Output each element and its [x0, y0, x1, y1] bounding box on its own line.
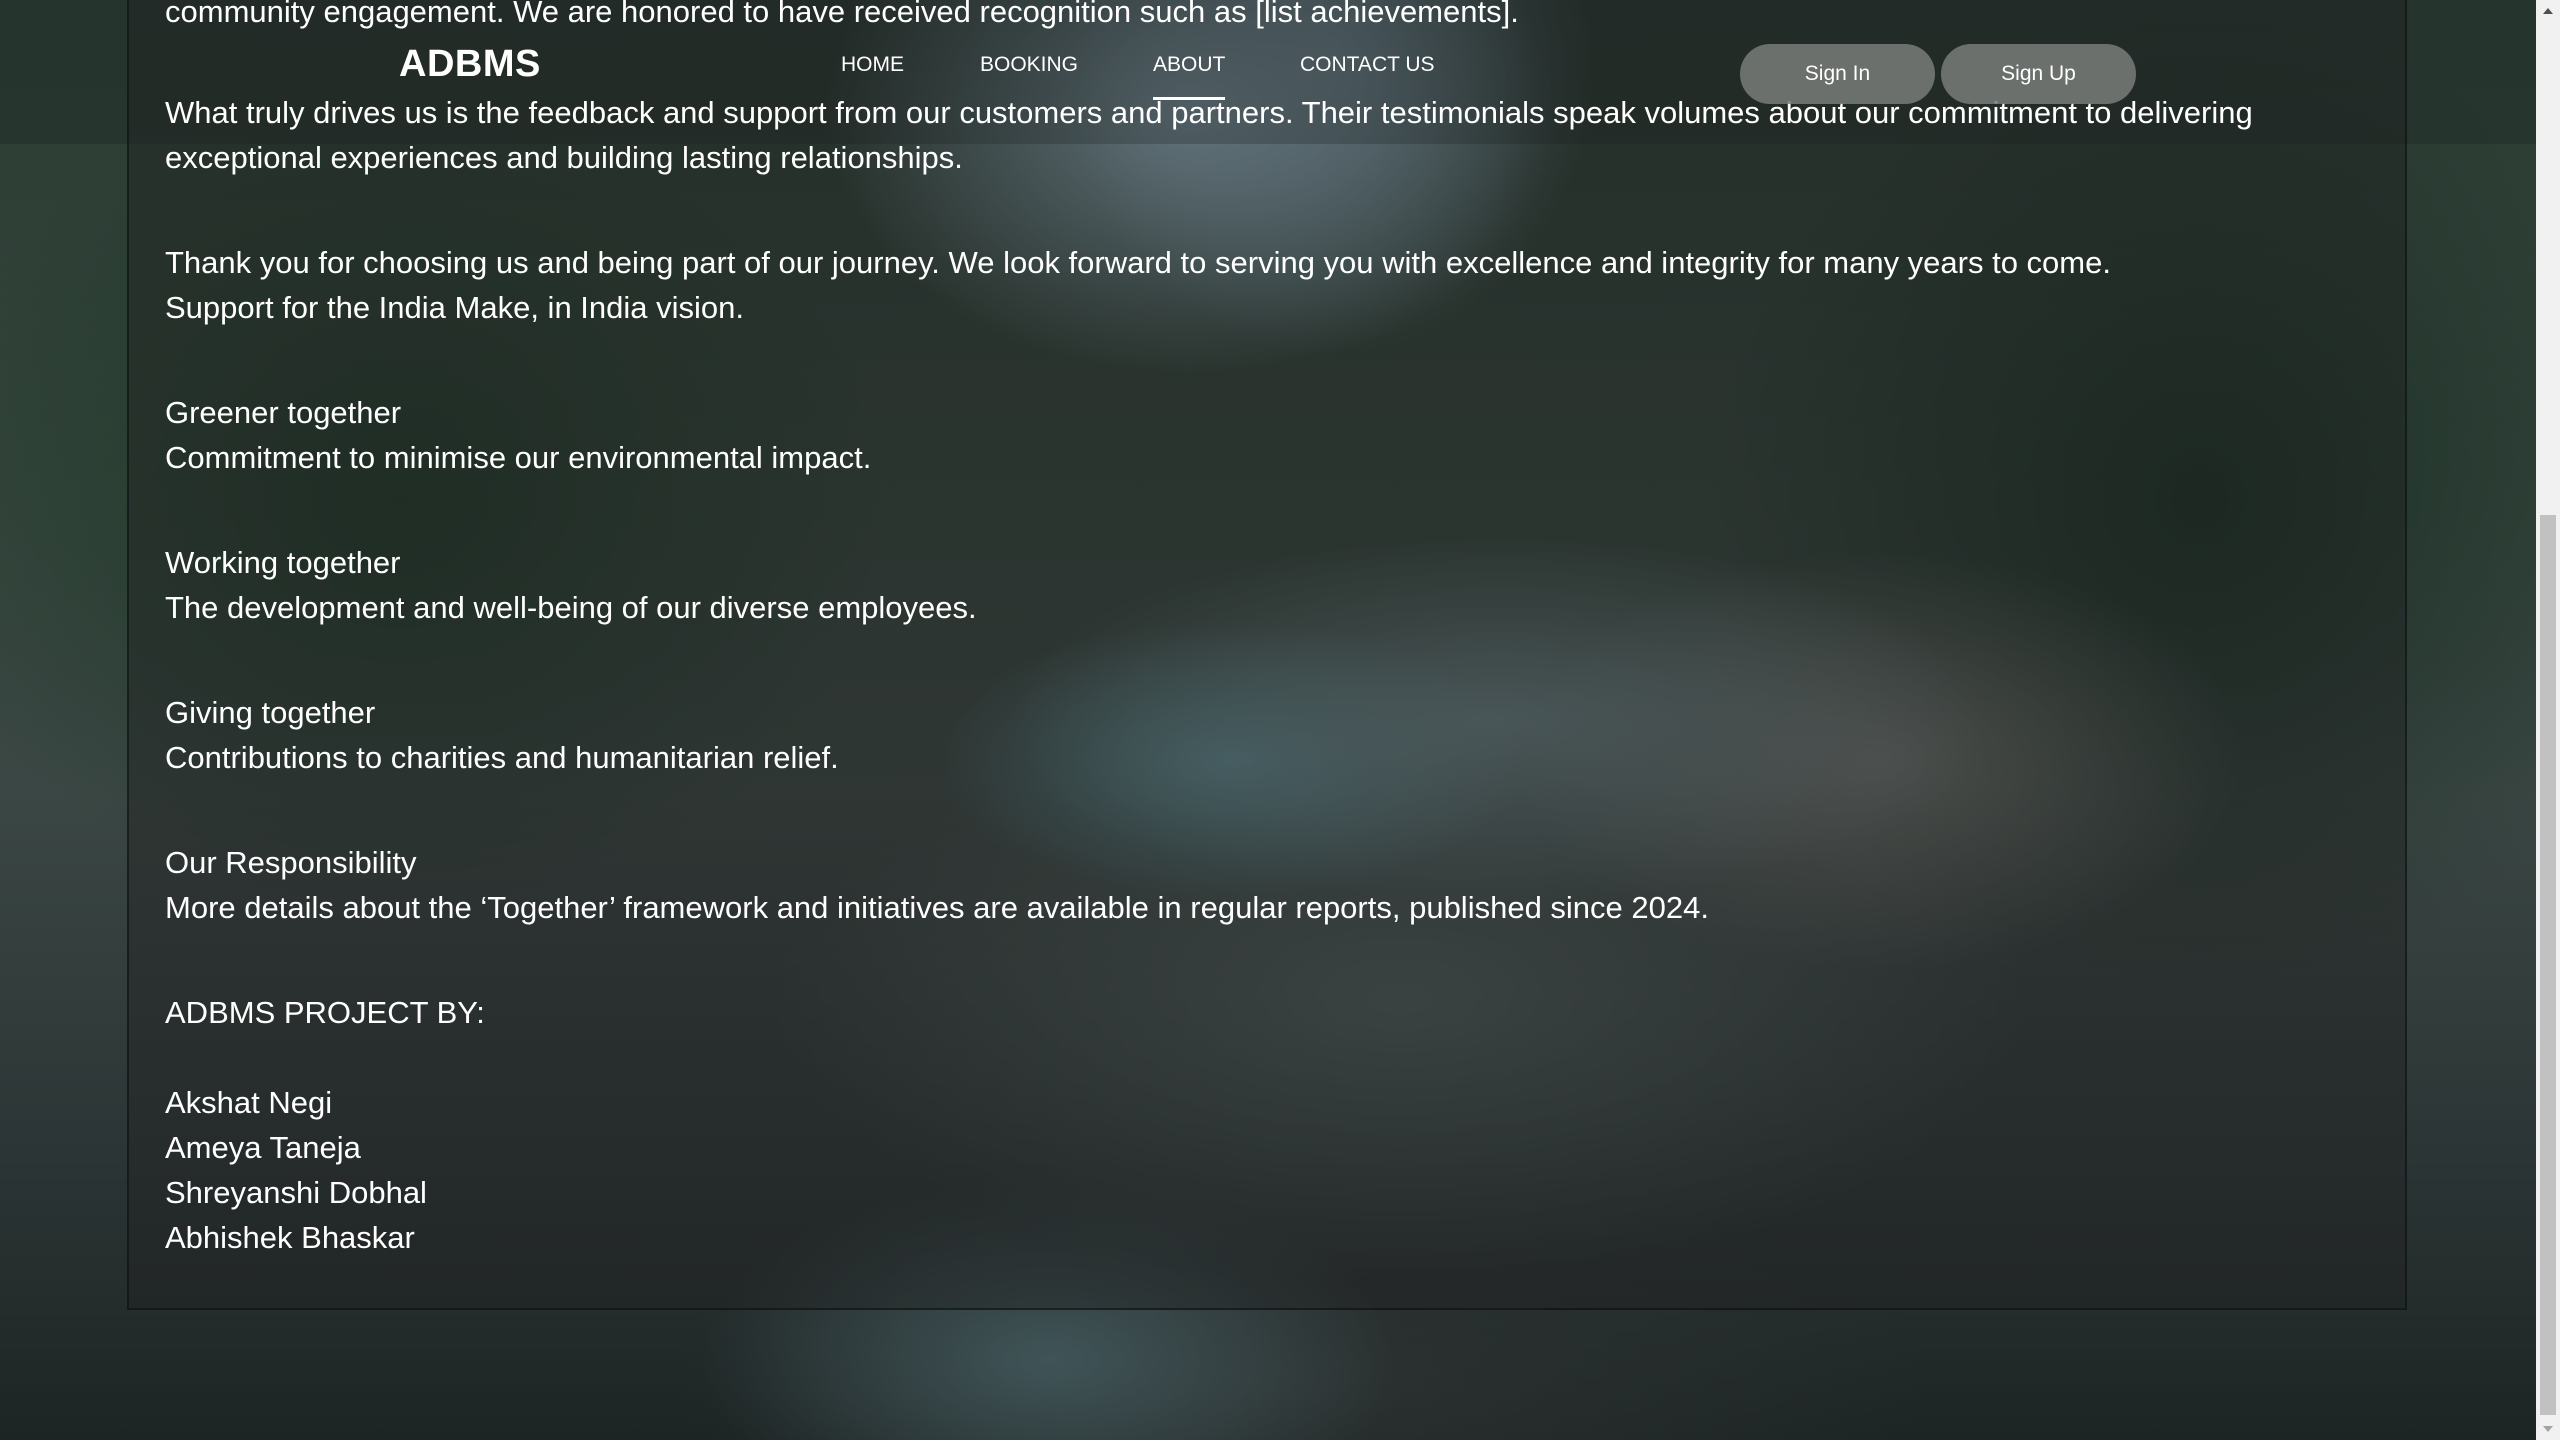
project-by-heading: ADBMS PROJECT BY:: [165, 995, 485, 1030]
section-title-giving: Giving together: [165, 695, 376, 730]
brand-logo[interactable]: ADBMS: [399, 40, 541, 88]
section-text-working: The development and well-being of our di…: [165, 590, 977, 625]
section-text-giving: Contributions to charities and humanitar…: [165, 740, 839, 775]
sign-up-button[interactable]: Sign Up: [1941, 44, 2136, 104]
team-member: Akshat Negi: [165, 1085, 333, 1120]
team-member: Abhishek Bhaskar: [165, 1220, 415, 1255]
sign-in-button[interactable]: Sign In: [1740, 44, 1935, 104]
section-text-responsibility: More details about the ‘Together’ framew…: [165, 890, 1709, 925]
intro-paragraph-tail: community engagement. We are honored to …: [165, 0, 1519, 29]
nav-link-contact-us[interactable]: CONTACT US: [1300, 52, 1435, 78]
scroll-up-arrow-icon[interactable]: [2536, 0, 2560, 22]
section-title-greener: Greener together: [165, 395, 402, 430]
thanks-paragraph-line1: Thank you for choosing us and being part…: [165, 245, 2111, 280]
thanks-paragraph-line2: Support for the India Make, in India vis…: [165, 290, 744, 325]
nav-link-booking[interactable]: BOOKING: [980, 52, 1078, 78]
section-title-responsibility: Our Responsibility: [165, 845, 417, 880]
team-member: Ameya Taneja: [165, 1130, 361, 1165]
nav-link-home[interactable]: HOME: [841, 52, 904, 78]
scrollbar-thumb[interactable]: [2540, 515, 2556, 1415]
page-scrollbar[interactable]: [2536, 0, 2560, 1440]
nav-link-about[interactable]: ABOUT: [1153, 52, 1226, 100]
section-text-greener: Commitment to minimise our environmental…: [165, 440, 872, 475]
section-title-working: Working together: [165, 545, 401, 580]
feedback-paragraph-line2: exceptional experiences and building las…: [165, 140, 963, 175]
scroll-down-arrow-icon[interactable]: [2536, 1418, 2560, 1440]
about-content-panel: [127, 0, 2407, 1310]
team-member: Shreyanshi Dobhal: [165, 1175, 427, 1210]
